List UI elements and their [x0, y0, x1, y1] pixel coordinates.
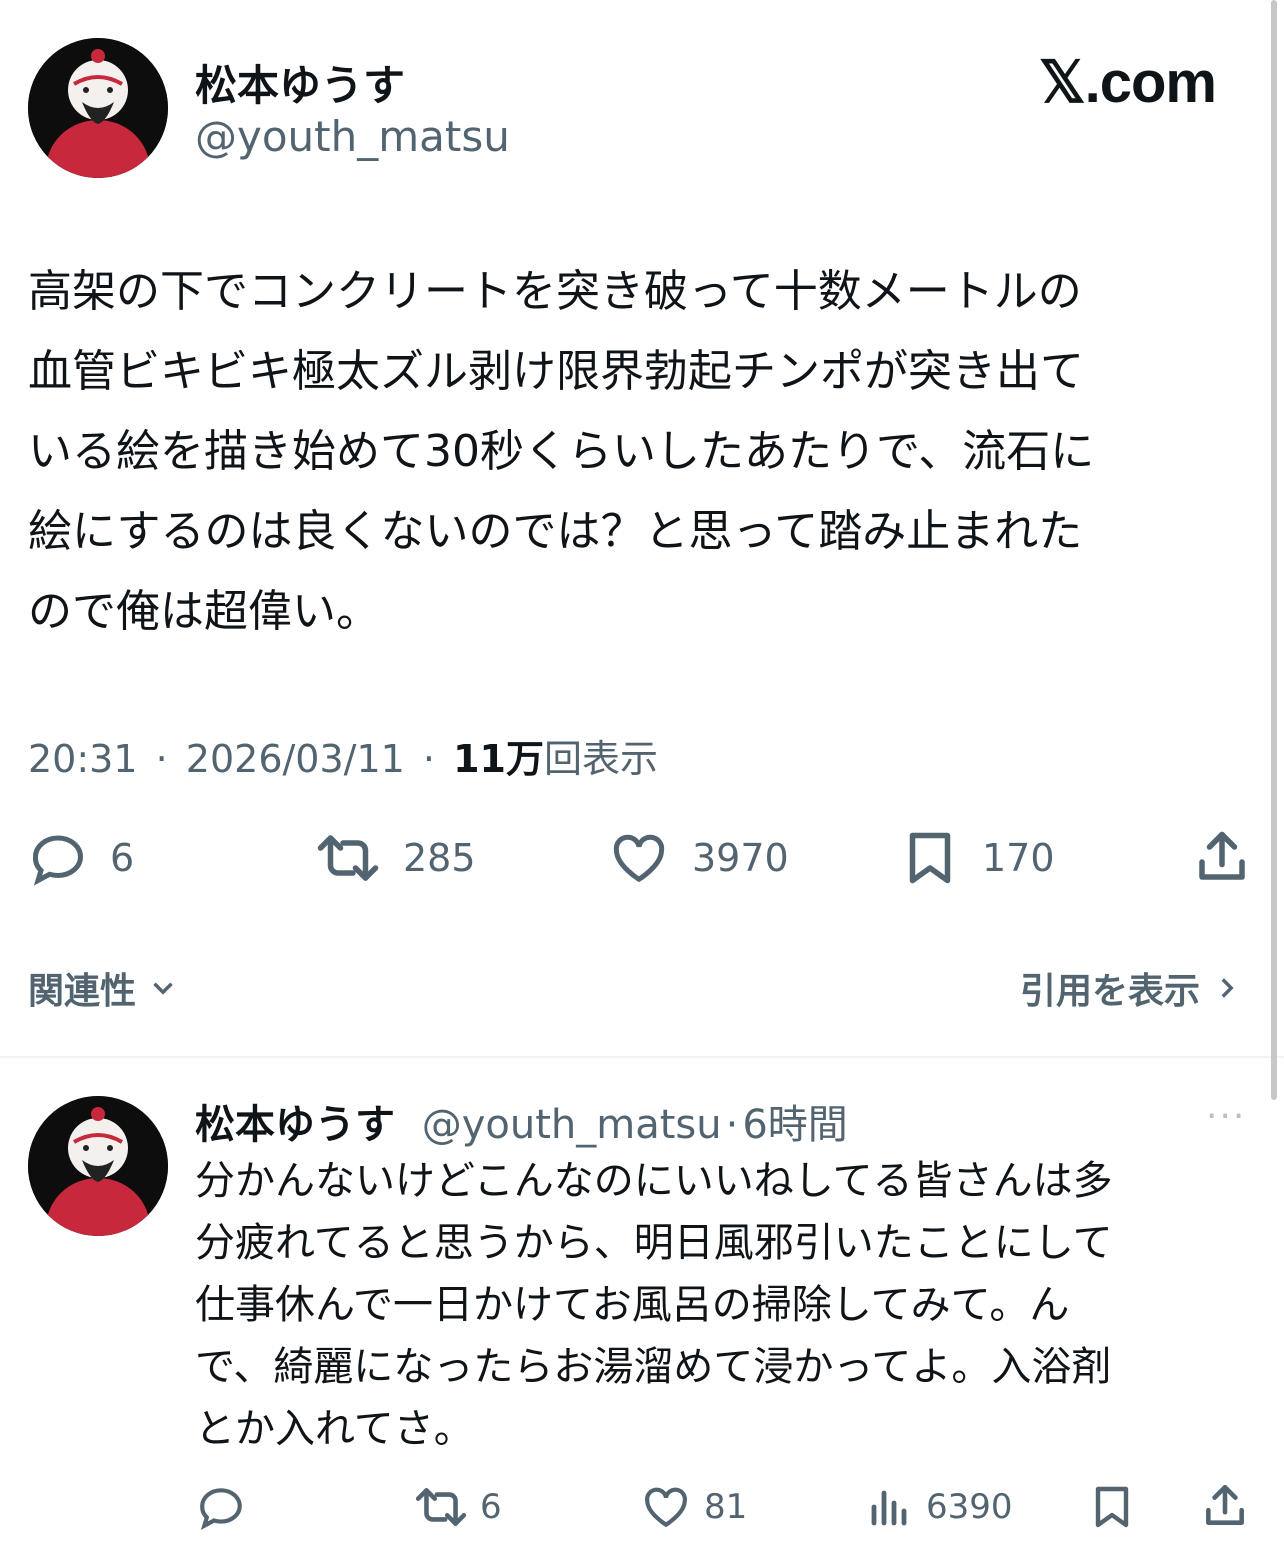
chevron-down-icon — [153, 982, 173, 995]
reply-repost-button[interactable]: 6 — [414, 1482, 502, 1532]
reply-views-count: 6390 — [926, 1487, 1013, 1527]
more-options-button[interactable]: ··· — [1206, 1096, 1246, 1137]
reply-like-button[interactable]: 81 — [640, 1482, 747, 1532]
reply-age[interactable]: 6時間 — [742, 1102, 847, 1148]
tweet-meta: 20:31 · 2026/03/11 · 11万回表示 — [28, 728, 658, 783]
views-count: 11万 — [453, 737, 544, 781]
author-handle[interactable]: @youth_matsu — [195, 112, 510, 161]
reply-count: 6 — [110, 836, 135, 880]
reply-display-name[interactable]: 松本ゆうす — [195, 1102, 395, 1148]
reply-bookmark-button[interactable] — [1088, 1482, 1136, 1532]
chevron-right-icon — [1221, 978, 1234, 998]
tweet-time[interactable]: 20:31 — [28, 737, 138, 781]
meta-separator: · — [422, 737, 436, 781]
view-quotes-link[interactable]: 引用を表示 — [1020, 962, 1244, 1014]
avatar-illustration — [28, 38, 168, 178]
sort-label: 関連性 — [28, 971, 137, 1012]
x-brand-logo: 𝕏.com — [1038, 50, 1217, 115]
reply-author-avatar[interactable] — [28, 1096, 168, 1236]
bookmark-icon — [1095, 1486, 1129, 1528]
reply-views-button[interactable]: 6390 — [866, 1482, 1013, 1532]
section-divider — [0, 1056, 1284, 1058]
reply-reply-button[interactable] — [196, 1482, 246, 1532]
reply-handle[interactable]: @youth_matsu — [422, 1102, 722, 1148]
repost-icon — [317, 835, 379, 881]
view-quotes-label: 引用を表示 — [1019, 971, 1200, 1012]
repost-count: 285 — [403, 836, 476, 880]
heart-icon — [645, 1487, 687, 1528]
like-count: 3970 — [692, 836, 789, 880]
analytics-icon — [871, 1490, 907, 1526]
author-avatar[interactable] — [28, 38, 168, 178]
like-button[interactable]: 3970 — [608, 828, 789, 888]
reply-text: 分かんないけどこんなのにいいねしてる皆さんは多 分疲れてると思うから、明日風邪引… — [195, 1158, 1113, 1452]
scrollbar[interactable] — [1271, 0, 1277, 1100]
bookmark-icon — [909, 832, 951, 884]
reply-separator: · — [725, 1102, 739, 1148]
repost-button[interactable]: 285 — [315, 828, 476, 888]
reply-header: 松本ゆうす @youth_matsu · 6時間 — [195, 1092, 848, 1150]
reply-icon — [33, 835, 84, 886]
more-icon: ··· — [1206, 1096, 1247, 1137]
reply-button[interactable]: 6 — [28, 828, 134, 888]
reply-like-count: 81 — [704, 1487, 748, 1527]
tweet-date[interactable]: 2026/03/11 — [186, 737, 405, 781]
share-button[interactable] — [1192, 826, 1252, 888]
bookmark-count: 170 — [982, 836, 1055, 880]
meta-separator: · — [155, 737, 168, 781]
reply-share-button[interactable] — [1200, 1480, 1250, 1532]
reply-repost-count: 6 — [480, 1487, 502, 1527]
tweet-text: 高架の下でコンクリートを突き破って十数メートルの 血管ビキビキ極太ズル剥け限界勃… — [28, 266, 1095, 637]
reply-icon — [200, 1488, 242, 1530]
author-display-name[interactable]: 松本ゆうす — [195, 52, 405, 113]
avatar-illustration — [28, 1096, 168, 1236]
repost-icon — [415, 1488, 467, 1526]
sort-relevance-dropdown[interactable]: 関連性 — [28, 962, 180, 1014]
heart-icon — [613, 834, 665, 883]
share-icon — [1199, 831, 1245, 880]
share-icon — [1206, 1484, 1244, 1525]
bookmark-button[interactable]: 170 — [900, 828, 1055, 888]
views-label: 回表示 — [544, 737, 659, 781]
